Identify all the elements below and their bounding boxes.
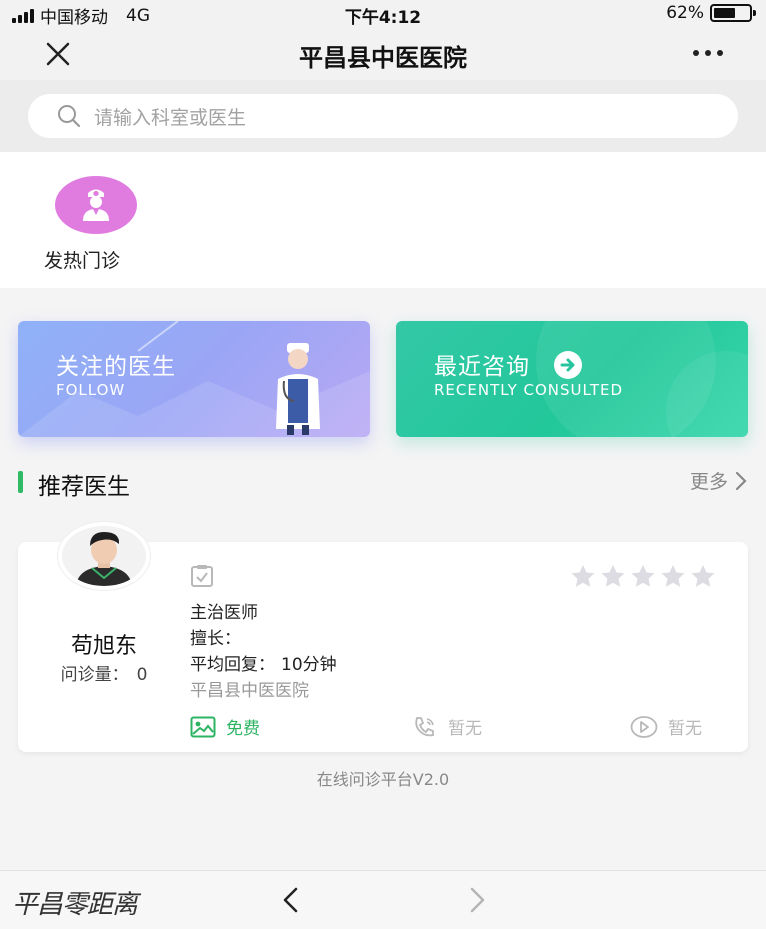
doctor-avg-reply: 平均回复： 10分钟 (190, 650, 337, 675)
recent-consults-card[interactable]: 最近咨询 RECENTLY CONSULTED (396, 321, 748, 437)
arrow-right-icon (554, 350, 583, 379)
quick-item-label: 发热门诊 (44, 250, 121, 272)
doctor-title: 主治医师 (190, 603, 258, 623)
doctor-card[interactable]: 苟旭东 问诊量： 0 主治医师 擅长： 平均回复： 10分钟 平昌县中医医院 免费 … (18, 522, 748, 752)
page-title: 平昌县中医医院 (299, 44, 467, 72)
star-icon (631, 565, 655, 587)
consult-count-label: 问诊量： (60, 665, 129, 685)
search-icon (58, 105, 81, 128)
status-right: 62% (666, 3, 756, 23)
video-icon (630, 715, 658, 738)
follow-card-title: 关注的医生 (56, 354, 176, 380)
star-icon (691, 565, 715, 587)
star-icon (571, 565, 595, 587)
quick-item-fever-clinic[interactable]: 发热门诊 (36, 176, 156, 273)
rating-stars (570, 564, 716, 588)
phone-consult-label: 暂无 (448, 719, 482, 739)
more-link-label: 更多 (689, 471, 728, 493)
section-title: 推荐医生 (38, 474, 130, 500)
doctor-illustration-icon (276, 343, 320, 435)
chevron-right-icon (735, 471, 747, 490)
star-icon (661, 565, 685, 587)
phone-icon (415, 716, 434, 736)
avg-reply-value: 10分钟 (281, 655, 337, 675)
chevron-right-icon (470, 887, 485, 913)
image-consult-label: 免费 (226, 719, 260, 739)
doctor-hospital: 平昌县中医医院 (190, 681, 309, 701)
doctor-skill: 擅长： (190, 629, 241, 649)
recommended-header: 推荐医生 更多 (0, 460, 766, 504)
certificate-icon (190, 564, 214, 592)
status-time: 下午4:12 (344, 8, 422, 28)
search-input[interactable]: 请输入科室或医生 (28, 94, 738, 138)
phone-consult-button[interactable]: 暂无 (412, 714, 482, 739)
back-button[interactable] (276, 883, 308, 917)
doctor-name: 苟旭东 (70, 634, 137, 659)
recent-card-title: 最近咨询 (434, 347, 583, 382)
nav-bar: 平昌县中医医院 (0, 28, 766, 80)
battery-icon (710, 4, 756, 22)
recent-card-title-text: 最近咨询 (434, 354, 530, 380)
followed-doctors-card[interactable]: 关注的医生 FOLLOW (18, 321, 370, 437)
follow-card-subtitle: FOLLOW (56, 381, 126, 399)
video-consult-button[interactable]: 暂无 (630, 714, 702, 739)
battery-fill (714, 8, 735, 18)
star-icon (601, 565, 625, 587)
quick-services: 发热门诊 (0, 152, 766, 288)
avatar (58, 522, 150, 590)
doctor-icon (55, 176, 137, 234)
consult-count: 问诊量： 0 (18, 660, 190, 685)
more-link[interactable]: 更多 (690, 467, 748, 494)
avg-reply-label: 平均回复： (190, 655, 275, 675)
video-consult-label: 暂无 (668, 719, 702, 739)
battery-percent: 62% (666, 3, 704, 23)
search-section: 请输入科室或医生 (0, 80, 766, 152)
chevron-left-icon (283, 887, 298, 913)
forward-button[interactable] (460, 883, 492, 917)
image-consult-button[interactable]: 免费 (190, 714, 260, 739)
platform-version: 在线问诊平台V2.0 (316, 770, 450, 789)
section-accent-bar (18, 471, 23, 493)
status-bar: 中国移动 4G 下午4:12 62% (0, 0, 766, 28)
more-dots-icon[interactable] (688, 38, 728, 68)
search-placeholder: 请输入科室或医生 (94, 106, 247, 129)
watermark-logo: 平昌零距离 (12, 890, 138, 920)
recent-card-subtitle: RECENTLY CONSULTED (434, 381, 624, 399)
consult-count-value: 0 (136, 665, 148, 685)
image-icon (190, 716, 216, 737)
